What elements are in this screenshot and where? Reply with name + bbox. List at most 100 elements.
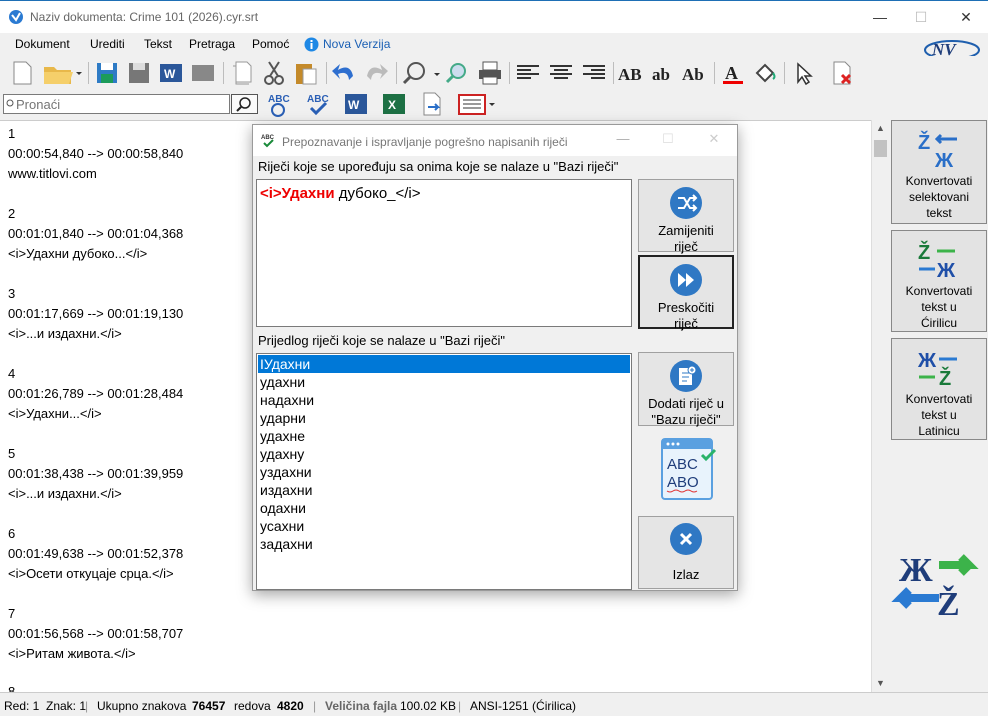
- suggestion-item[interactable]: одахни: [258, 499, 630, 517]
- svg-text:ABC: ABC: [667, 456, 698, 473]
- editor-line: 00:01:17,669 --> 00:01:19,130: [8, 306, 184, 321]
- editor-line: 00:00:54,840 --> 00:00:58,840: [8, 146, 184, 161]
- menu-nova-verzija[interactable]: Nova Verzija: [323, 37, 390, 51]
- print-preview-icon[interactable]: [189, 59, 217, 87]
- word-icon[interactable]: W: [342, 90, 370, 118]
- fast-forward-icon: [670, 264, 702, 296]
- status-bar: Red: 1 Znak: 1 | Ukupno znakova 76457 re…: [0, 692, 988, 716]
- menu-pretraga[interactable]: Pretraga: [189, 37, 235, 51]
- editor-line: 1: [8, 126, 16, 141]
- lowercase-icon[interactable]: ab: [650, 59, 678, 87]
- latin-to-cyrillic-icon: ŽЖ: [918, 240, 956, 279]
- suggestion-item[interactable]: удахне: [258, 427, 630, 445]
- editor-line: 3: [8, 286, 16, 301]
- menu-bar: Dokument Urediti Tekst Pretraga Pomoć No…: [0, 33, 988, 55]
- paste-icon[interactable]: [292, 59, 320, 87]
- cyrillic-to-latin-icon: ЖŽ: [917, 350, 957, 387]
- undo-icon[interactable]: [330, 59, 358, 87]
- word-context-box[interactable]: <i>Удахни дубоко_</i>: [256, 179, 632, 327]
- title-bar: Naziv dokumenta: Crime 101 (2026).cyr.sr…: [0, 0, 988, 33]
- dialog-maximize[interactable]: ☐: [653, 131, 683, 147]
- menu-tekst[interactable]: Tekst: [144, 37, 172, 51]
- editor-line: <i>Удахни...</i>: [8, 406, 102, 421]
- editor-line: 5: [8, 446, 16, 461]
- add-document-icon: [670, 360, 702, 392]
- spellcheck-abc-icon[interactable]: ABC: [266, 90, 294, 118]
- redo-icon[interactable]: [362, 59, 390, 87]
- menu-dokument[interactable]: Dokument: [15, 37, 70, 51]
- suggestion-item[interactable]: IУдахни: [258, 355, 630, 373]
- suggestion-item[interactable]: надахни: [258, 391, 630, 409]
- align-left-icon[interactable]: [514, 59, 542, 87]
- print-icon[interactable]: [476, 59, 504, 87]
- fill-color-icon[interactable]: [751, 59, 779, 87]
- scroll-down-icon[interactable]: ▼: [872, 675, 889, 692]
- maximize-button[interactable]: ☐: [898, 1, 944, 33]
- font-color-icon[interactable]: A: [719, 59, 747, 87]
- dialog-close[interactable]: ✕: [699, 131, 729, 147]
- editor-scrollbar[interactable]: ▲ ▼: [871, 120, 888, 692]
- find-icon[interactable]: [402, 59, 440, 87]
- convert-selected-button[interactable]: ŽЖ Konvertovati selektovani tekst: [891, 120, 987, 224]
- copy-doc-icon[interactable]: [228, 59, 256, 87]
- export-doc-icon[interactable]: [418, 90, 446, 118]
- svg-text:Ж: Ж: [936, 260, 956, 279]
- word-export-icon[interactable]: W: [157, 59, 185, 87]
- align-right-icon[interactable]: [580, 59, 608, 87]
- new-document-icon[interactable]: [8, 59, 36, 87]
- window-title: Naziv dokumenta: Crime 101 (2026).cyr.sr…: [30, 10, 259, 24]
- subtitle-list-icon[interactable]: [457, 90, 497, 118]
- status-size-label: Veličina fajla: [325, 699, 398, 713]
- svg-text:Ж: Ж: [934, 150, 954, 169]
- menu-urediti[interactable]: Urediti: [90, 37, 125, 51]
- editor-line: <i>Ритам живота.</i>: [8, 646, 136, 661]
- suggestion-item[interactable]: задахни: [258, 535, 630, 553]
- spellcheck-check-icon[interactable]: ABC: [305, 90, 333, 118]
- open-folder-icon[interactable]: [42, 59, 82, 87]
- scroll-thumb[interactable]: [874, 140, 887, 157]
- select-pointer-icon[interactable]: [789, 59, 817, 87]
- suggestion-item[interactable]: удахну: [258, 445, 630, 463]
- excel-icon[interactable]: X: [380, 90, 408, 118]
- status-total-value: 76457: [192, 699, 226, 713]
- search-icon: [236, 97, 251, 112]
- add-to-dictionary-button[interactable]: Dodati riječ u "Bazu riječi": [638, 352, 734, 427]
- cut-icon[interactable]: [260, 59, 288, 87]
- dialog-title-bar: ABC Prepoznavanje i ispravljanje pogrešn…: [253, 125, 737, 156]
- exit-button[interactable]: Izlaz: [638, 516, 734, 589]
- convert-to-latin-button[interactable]: ЖŽ Konvertovati tekst u Latinicu: [891, 338, 987, 440]
- capitalize-icon[interactable]: Ab: [681, 59, 709, 87]
- suggestion-item[interactable]: издахни: [258, 481, 630, 499]
- suggestion-item[interactable]: уздахни: [258, 463, 630, 481]
- scroll-up-icon[interactable]: ▲: [872, 120, 889, 137]
- secondary-toolbar: ABC ABC W X: [0, 90, 988, 120]
- convert-to-cyrillic-button[interactable]: ŽЖ Konvertovati tekst u Ćirilicu: [891, 230, 987, 332]
- dialog-minimize[interactable]: —: [608, 131, 638, 146]
- convert-direction-icon[interactable]: Ж Ž: [889, 543, 988, 618]
- find-replace-icon[interactable]: [444, 59, 472, 87]
- suggestion-item[interactable]: усахни: [258, 517, 630, 535]
- word-context-rest: дубоко_</i>: [334, 185, 421, 202]
- spellcheck-book-icon: ABC ABO: [661, 438, 717, 500]
- compare-label: Riječi koje se upoređuju sa onima koje s…: [258, 159, 619, 174]
- svg-text:Ж: Ж: [899, 552, 933, 589]
- menu-pomoc[interactable]: Pomoć: [252, 37, 289, 51]
- close-button[interactable]: ✕: [943, 1, 988, 33]
- suggestion-list[interactable]: IУдахни удахни надахни ударни удахне уда…: [256, 353, 632, 590]
- dialog-abc-icon: ABC: [261, 135, 275, 148]
- suggestion-item[interactable]: удахни: [258, 373, 630, 391]
- suggestion-item[interactable]: ударни: [258, 409, 630, 427]
- editor-line: <i>...и издахни.</i>: [8, 486, 122, 501]
- skip-word-button[interactable]: Preskočiti riječ: [638, 255, 734, 331]
- replace-word-button[interactable]: Zamijeniti riječ: [638, 179, 734, 254]
- save-icon[interactable]: [93, 59, 121, 87]
- search-button[interactable]: [231, 94, 258, 114]
- minimize-button[interactable]: —: [857, 1, 903, 33]
- search-input[interactable]: [4, 95, 219, 113]
- uppercase-icon[interactable]: AB: [617, 59, 645, 87]
- close-document-icon[interactable]: [828, 59, 856, 87]
- svg-text:Ж: Ж: [917, 350, 937, 372]
- status-lines-label: redova: [234, 699, 271, 713]
- save-as-icon[interactable]: [125, 59, 153, 87]
- align-center-icon[interactable]: [547, 59, 575, 87]
